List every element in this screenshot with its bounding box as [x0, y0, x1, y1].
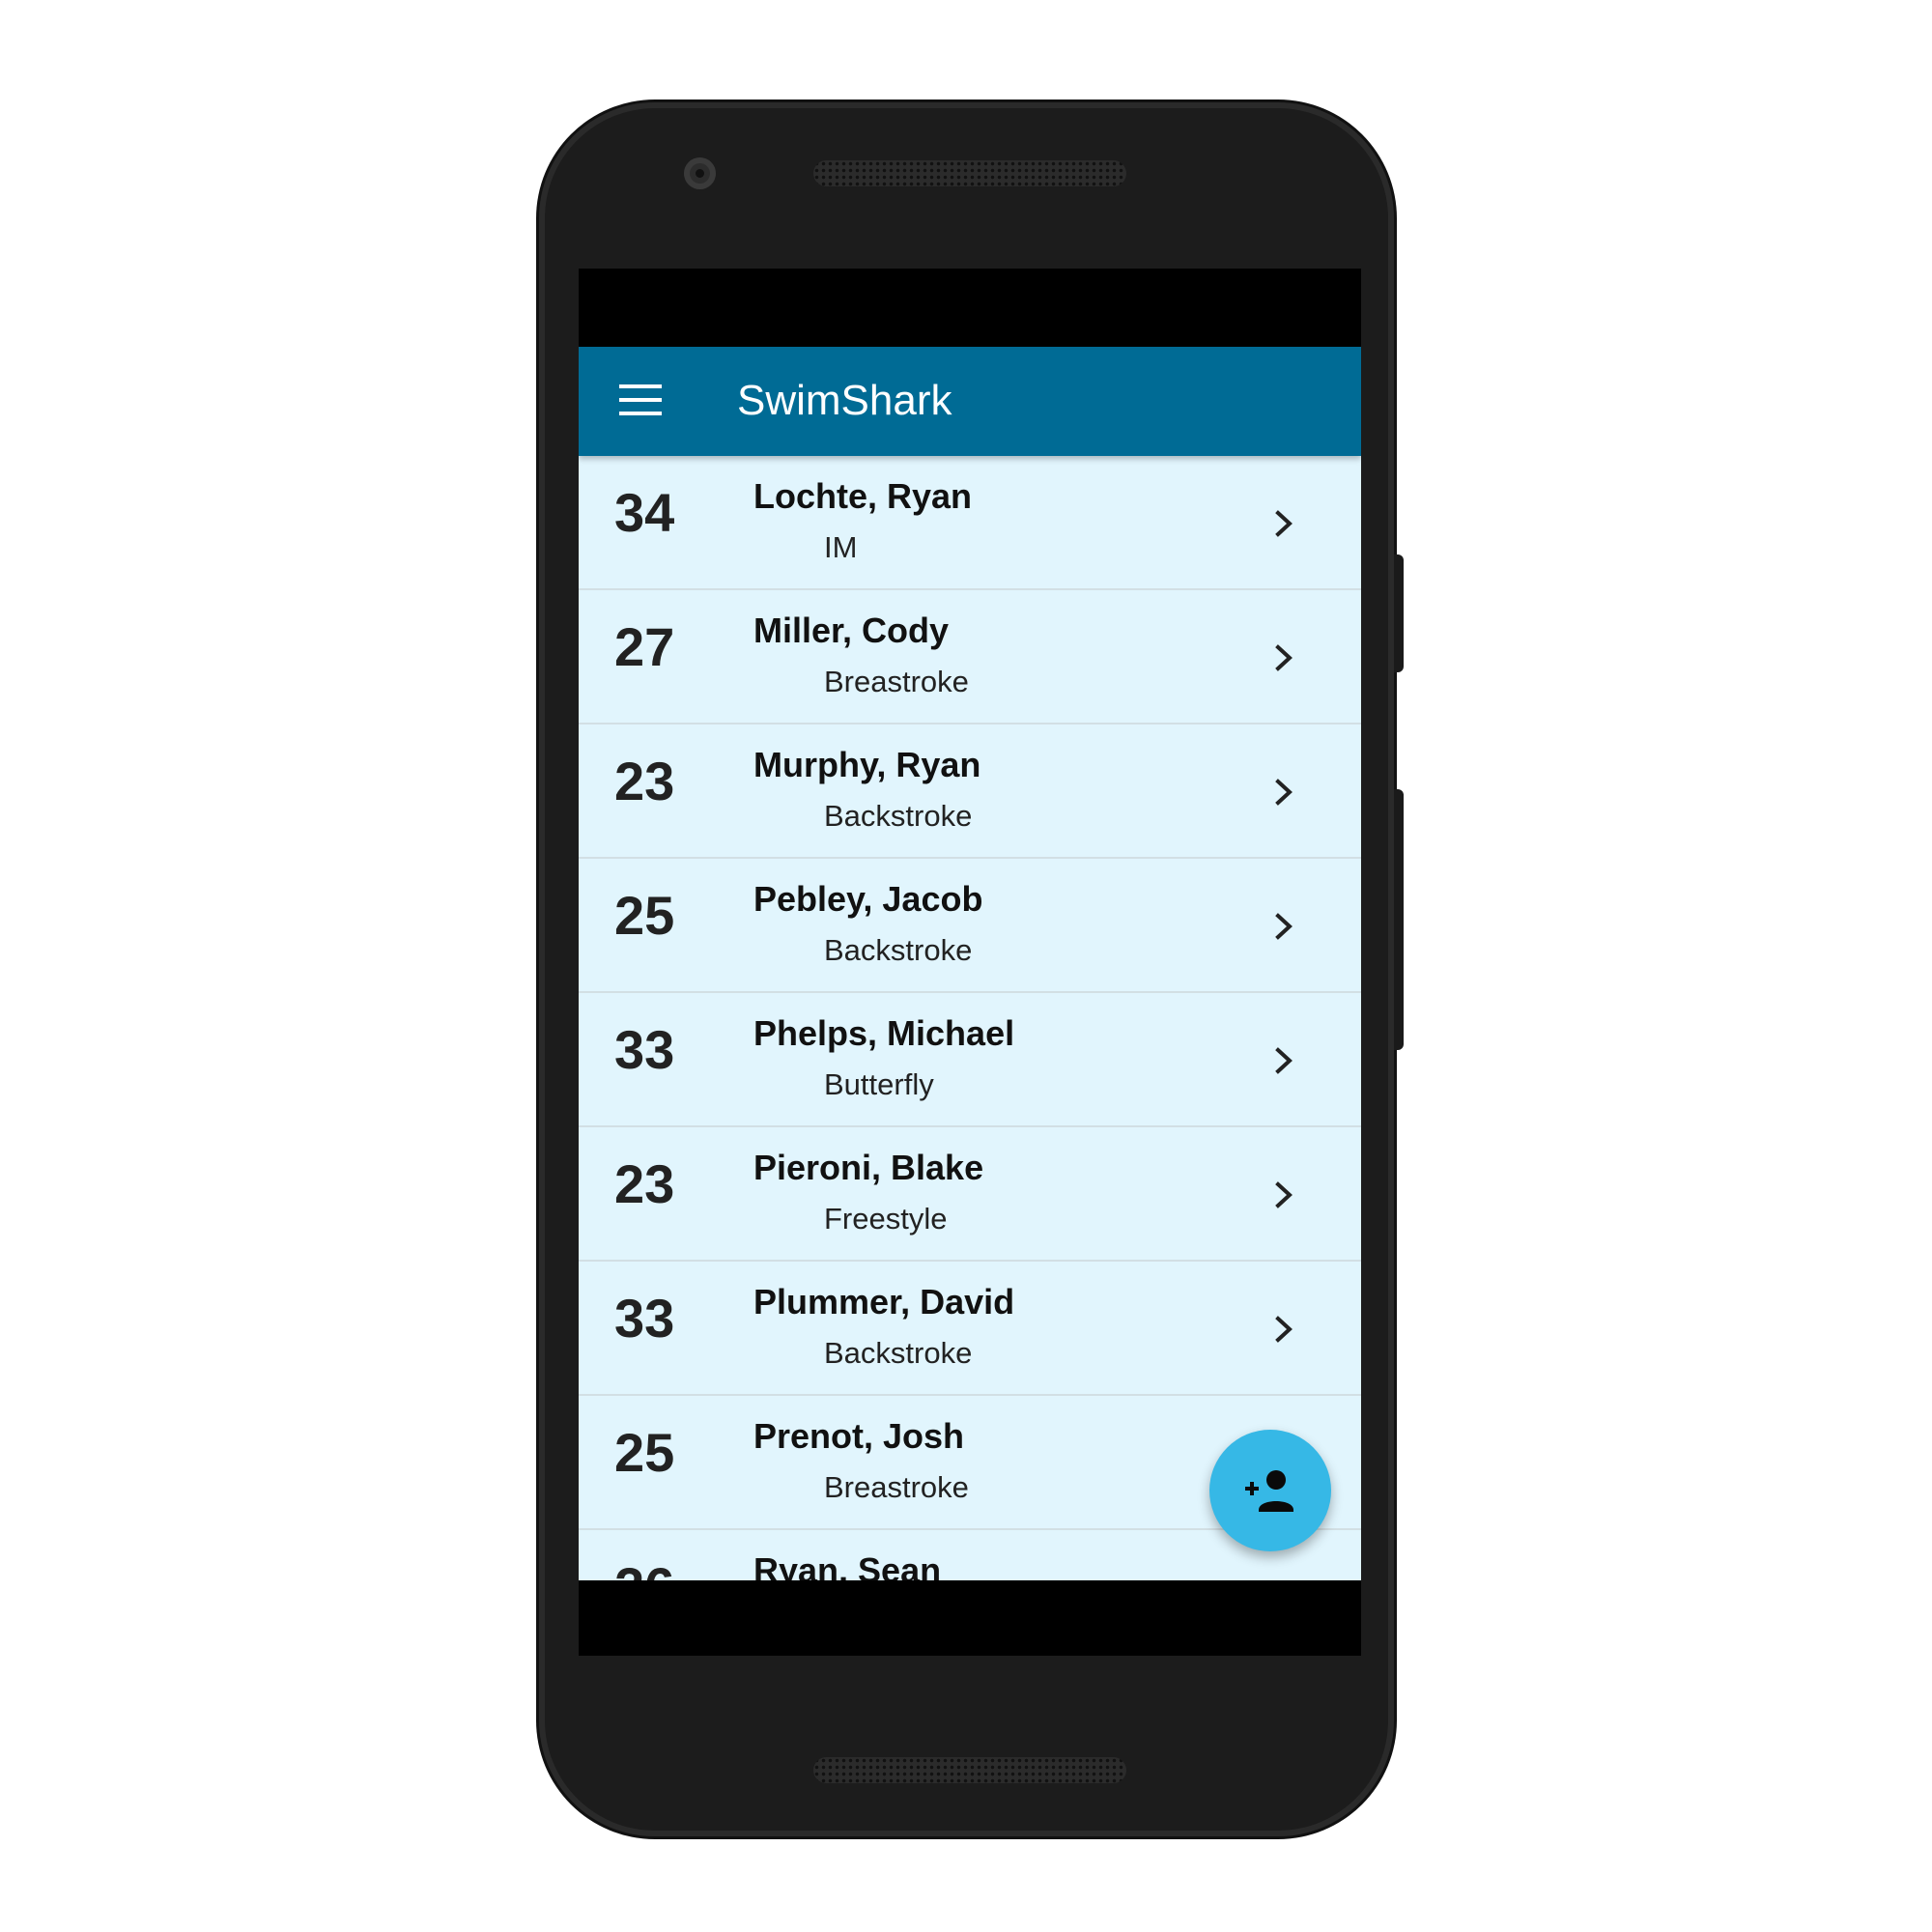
person-add-icon: [1245, 1470, 1293, 1512]
navigation-bar: [579, 1580, 1361, 1656]
list-item[interactable]: 23 Pieroni, Blake Freestyle: [579, 1127, 1361, 1262]
swimmer-name: Plummer, David: [753, 1282, 1015, 1321]
swimmer-name: Lochte, Ryan: [753, 476, 973, 516]
swimmer-list: 34 Lochte, Ryan IM 27 Miller, Cody Breastroke…: [579, 456, 1361, 1580]
swimmer-stroke: Freestyle: [824, 1202, 948, 1236]
list-item[interactable]: 27 Miller, Cody Breastroke: [579, 590, 1361, 724]
swimmer-name: Ryan, Sean: [753, 1550, 942, 1580]
chevron-right-icon[interactable]: [1266, 640, 1301, 675]
swimmer-stroke: Backstroke: [824, 933, 973, 967]
swimmer-stroke: Breastroke: [824, 1470, 969, 1504]
swimmer-name: Miller, Cody: [753, 611, 950, 650]
bottom-speaker: [813, 1757, 1126, 1783]
status-bar: [579, 269, 1361, 347]
swimmer-stroke: IM: [824, 530, 858, 564]
swimmer-number: 33: [614, 1019, 675, 1080]
swimmer-name: Pieroni, Blake: [753, 1148, 984, 1187]
chevron-right-icon[interactable]: [1266, 1043, 1301, 1078]
chevron-right-icon[interactable]: [1266, 506, 1301, 541]
swimmer-number: 23: [614, 1153, 675, 1214]
screen: SwimShark 34 Lochte, Ryan IM 27 Miller, Cody…: [579, 269, 1361, 1656]
swimmer-stroke: Butterfly: [824, 1067, 934, 1101]
swimmer-stroke: Breastroke: [824, 665, 969, 698]
swimmer-number: 26: [614, 1553, 674, 1580]
list-item[interactable]: 25 Pebley, Jacob Backstroke: [579, 859, 1361, 993]
swimmer-number: 34: [614, 482, 675, 543]
swimmer-number: 33: [614, 1288, 675, 1349]
swimmer-number: 25: [614, 885, 675, 946]
swimmer-stroke: Backstroke: [824, 799, 973, 833]
menu-icon[interactable]: [619, 383, 662, 417]
front-camera: [684, 157, 716, 189]
swimmer-number: 27: [614, 616, 675, 677]
list-item[interactable]: 34 Lochte, Ryan IM: [579, 456, 1361, 590]
swimmer-name: Prenot, Josh: [753, 1416, 965, 1456]
swimmer-number: 23: [614, 751, 675, 811]
list-item[interactable]: 23 Murphy, Ryan Backstroke: [579, 724, 1361, 859]
top-speaker: [813, 160, 1126, 186]
power-button: [1394, 554, 1404, 672]
add-swimmer-button[interactable]: [1209, 1430, 1331, 1551]
app-title: SwimShark: [737, 377, 952, 424]
volume-button: [1394, 789, 1404, 1050]
chevron-right-icon[interactable]: [1266, 775, 1301, 810]
swimmer-name: Phelps, Michael: [753, 1013, 1015, 1053]
chevron-right-icon[interactable]: [1266, 909, 1301, 944]
list-item[interactable]: 33 Plummer, David Backstroke: [579, 1262, 1361, 1396]
app-bar: SwimShark: [579, 347, 1361, 456]
list-item[interactable]: 33 Phelps, Michael Butterfly: [579, 993, 1361, 1127]
chevron-right-icon[interactable]: [1266, 1178, 1301, 1212]
chevron-right-icon[interactable]: [1266, 1312, 1301, 1347]
swimmer-number: 25: [614, 1422, 675, 1483]
swimmer-name: Pebley, Jacob: [753, 879, 983, 919]
swimmer-stroke: Backstroke: [824, 1336, 973, 1370]
swimmer-name: Murphy, Ryan: [753, 745, 981, 784]
